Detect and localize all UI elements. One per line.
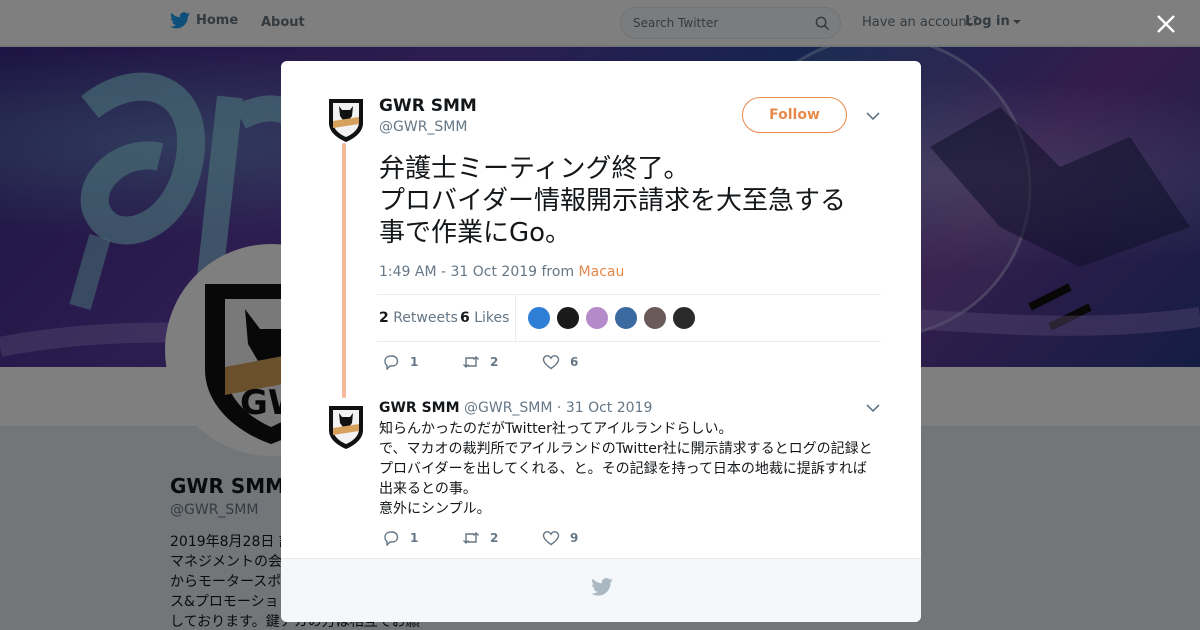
chevron-down-icon[interactable] — [866, 111, 880, 121]
reply-header: GWR SMM @GWR_SMM · 31 Oct 2019 — [379, 400, 652, 416]
reply-date[interactable]: · 31 Oct 2019 — [557, 400, 652, 416]
follow-button[interactable]: Follow — [742, 97, 847, 133]
retweet-icon — [463, 532, 479, 544]
thread-line — [342, 143, 346, 398]
retweet-count: 2 — [490, 355, 499, 369]
retweets-count: 2 — [379, 310, 389, 326]
close-icon[interactable] — [1154, 12, 1178, 36]
retweet-icon — [463, 356, 479, 368]
tweet-author-name[interactable]: GWR SMM — [379, 96, 477, 116]
reply-count: 1 — [410, 531, 419, 545]
tweet-actions: 1 2 6 — [382, 354, 622, 370]
reply-icon — [384, 531, 399, 546]
liker-avatar[interactable] — [556, 306, 580, 330]
chevron-down-icon[interactable] — [866, 403, 880, 413]
retweet-button[interactable]: 2 — [462, 354, 542, 370]
tweet-modal: GWR SMM @GWR_SMM Follow 弁護士ミーティング終了。 プロバ… — [281, 61, 921, 622]
liker-avatar[interactable] — [585, 306, 609, 330]
liker-avatar[interactable] — [643, 306, 667, 330]
like-count: 9 — [570, 531, 579, 545]
reply-author-handle[interactable]: @GWR_SMM — [464, 400, 552, 416]
reply-count: 1 — [410, 355, 419, 369]
reply-avatar[interactable] — [327, 404, 365, 450]
reply-button[interactable]: 1 — [382, 354, 462, 370]
retweets-stat[interactable]: 2 Retweets — [379, 310, 458, 326]
stats-divider — [515, 295, 516, 342]
tweet-location[interactable]: Macau — [579, 264, 625, 280]
tweet-author-handle[interactable]: @GWR_SMM — [379, 119, 467, 135]
reply-text-line: 意外にシンプル。 — [379, 501, 491, 517]
twitter-bird-icon — [591, 578, 613, 596]
tweet-text: 弁護士ミーティング終了。 プロバイダー情報開示請求を大至急する 事で作業にGo。 — [379, 153, 899, 249]
liker-avatar[interactable] — [672, 306, 696, 330]
reply-icon — [384, 355, 399, 370]
like-button[interactable]: 6 — [542, 354, 622, 370]
heart-icon — [542, 531, 560, 546]
reply-text-line: 知らんかったのだがTwitter社ってアイルランドらしい。 — [379, 421, 733, 437]
likes-label: Likes — [474, 310, 510, 326]
tweet-avatar[interactable] — [327, 97, 365, 143]
reply-button[interactable]: 1 — [382, 530, 462, 546]
reply-text: 知らんかったのだがTwitter社ってアイルランドらしい。 で、マカオの裁判所で… — [379, 419, 879, 519]
tweet-stats: 2 Retweets 6 Likes — [377, 294, 881, 342]
likes-count: 6 — [460, 310, 470, 326]
like-button[interactable]: 9 — [542, 530, 622, 546]
liker-avatar[interactable] — [527, 306, 551, 330]
like-count: 6 — [570, 355, 579, 369]
liker-avatar[interactable] — [614, 306, 638, 330]
retweets-label: Retweets — [393, 310, 458, 326]
liker-avatars — [527, 306, 696, 330]
reply-actions: 1 2 9 — [382, 530, 622, 546]
reply-text-line: 出来るとの事。 — [379, 481, 477, 497]
heart-icon — [542, 355, 560, 370]
modal-footer — [281, 558, 921, 622]
reply-text-line: プロバイダーを出してくれる、と。その記録を持って日本の地裁に提訴すれば — [379, 461, 867, 477]
tweet-text-line: 弁護士ミーティング終了。 — [379, 154, 690, 184]
tweet-timestamp: 1:49 AM - 31 Oct 2019 from Macau — [379, 264, 624, 280]
retweet-button[interactable]: 2 — [462, 530, 542, 546]
reply-text-line: で、マカオの裁判所でアイルランドのTwitter社に開示請求するとログの記録と — [379, 441, 873, 457]
tweet-time[interactable]: 1:49 AM - 31 Oct 2019 from — [379, 264, 579, 280]
tweet-text-line: 事で作業にGo。 — [379, 218, 572, 248]
tweet-text-line: プロバイダー情報開示請求を大至急する — [379, 186, 846, 216]
retweet-count: 2 — [490, 531, 499, 545]
likes-stat[interactable]: 6 Likes — [460, 310, 509, 326]
reply-author-name[interactable]: GWR SMM — [379, 400, 460, 416]
